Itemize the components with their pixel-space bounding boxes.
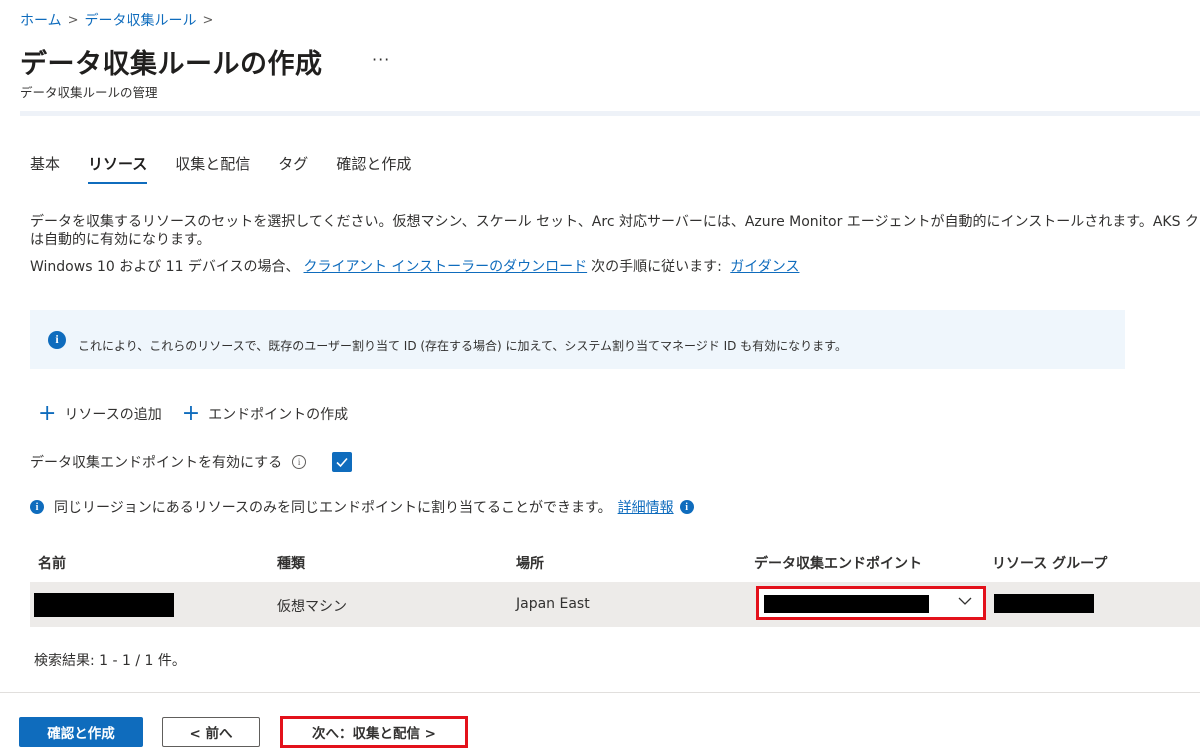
plus-icon: +	[181, 401, 201, 426]
cell-location: Japan East	[516, 596, 590, 612]
checkmark-icon	[336, 457, 348, 468]
add-resource-label: リソースの追加	[64, 407, 162, 423]
info-banner-text: これにより、これらのリソースで、既存のユーザー割り当て ID (存在する場合) …	[78, 339, 847, 353]
redacted-resource-group	[994, 594, 1094, 613]
region-note: i 同じリージョンにあるリソースのみを同じエンドポイントに割り当てることができま…	[30, 497, 694, 517]
table-header: 名前 種類 場所 データ収集エンドポイント リソース グループ	[30, 545, 1200, 583]
review-create-button[interactable]: 確認と作成	[19, 717, 143, 747]
column-header-location[interactable]: 場所	[516, 553, 544, 573]
column-header-endpoint[interactable]: データ収集エンドポイント	[754, 553, 922, 573]
page-title: データ収集ルールの作成	[20, 49, 323, 80]
redacted-resource-name	[34, 593, 174, 617]
description-line-1: データを収集するリソースのセットを選択してください。仮想マシン、スケール セット…	[30, 214, 1199, 230]
next-button[interactable]: 次へ：収集と配信 >	[280, 716, 468, 748]
column-header-resource-group[interactable]: リソース グループ	[992, 553, 1107, 573]
page-subtitle: データ収集ルールの管理	[20, 85, 158, 100]
create-endpoint-label: エンドポイントの作成	[208, 407, 349, 423]
tab-basics[interactable]: 基本	[30, 153, 60, 184]
previous-button[interactable]: < 前へ	[162, 717, 260, 747]
plus-icon: +	[38, 401, 57, 426]
description-prefix: Windows 10 および 11 デバイスの場合、	[30, 259, 300, 275]
more-options-icon[interactable]: ···	[372, 50, 390, 69]
cell-type: 仮想マシン	[277, 599, 347, 615]
tab-resources[interactable]: リソース	[88, 153, 148, 184]
breadcrumb-home-link[interactable]: ホーム	[20, 10, 62, 30]
chevron-right-icon: >	[202, 12, 214, 28]
client-installer-download-link[interactable]: クライアント インストーラーのダウンロード	[304, 259, 588, 275]
resources-table: 名前 種類 場所 データ収集エンドポイント リソース グループ 仮想マシン Ja…	[30, 545, 1200, 627]
add-resource-button[interactable]: + リソースの追加	[38, 401, 162, 426]
breadcrumb: ホーム > データ収集ルール >	[20, 10, 213, 30]
description: データを収集するリソースのセットを選択してください。仮想マシン、スケール セット…	[30, 213, 1200, 249]
chevron-right-icon: >	[67, 12, 79, 28]
footer-divider	[0, 692, 1200, 693]
enable-endpoint-label: データ収集エンドポイントを有効にする	[30, 455, 283, 471]
column-header-type[interactable]: 種類	[277, 553, 305, 573]
description-line-2: は自動的に有効になります。	[30, 232, 211, 248]
region-note-text: 同じリージョンにあるリソースのみを同じエンドポイントに割り当てることができます。	[54, 500, 612, 516]
endpoint-dropdown[interactable]	[756, 586, 986, 620]
info-icon: i	[30, 500, 44, 514]
tab-collect-and-deliver[interactable]: 収集と配信	[175, 153, 250, 184]
info-banner: i これにより、これらのリソースで、既存のユーザー割り当て ID (存在する場合…	[30, 310, 1125, 369]
learn-more-link[interactable]: 詳細情報	[618, 497, 674, 517]
enable-endpoint-checkbox[interactable]	[332, 452, 353, 472]
table-row[interactable]: 仮想マシン Japan East	[30, 583, 1200, 627]
guidance-link[interactable]: ガイダンス	[730, 259, 799, 275]
enable-endpoint-row: データ収集エンドポイントを有効にする i	[30, 452, 353, 472]
wizard-tabs: 基本 リソース 収集と配信 タグ 確認と作成	[30, 153, 439, 184]
description-line-3: Windows 10 および 11 デバイスの場合、 クライアント インストーラー…	[30, 256, 803, 276]
redacted-endpoint-value	[764, 595, 929, 613]
breadcrumb-dcr-link[interactable]: データ収集ルール	[85, 10, 197, 30]
info-icon[interactable]: i	[679, 500, 694, 514]
info-tooltip-icon[interactable]: i	[292, 455, 307, 469]
info-icon: i	[48, 330, 66, 349]
tab-tags[interactable]: タグ	[278, 153, 308, 184]
tab-review-create[interactable]: 確認と作成	[336, 153, 411, 184]
column-header-name[interactable]: 名前	[38, 553, 66, 573]
chevron-down-icon	[958, 597, 972, 605]
create-endpoint-button[interactable]: + エンドポイントの作成	[181, 401, 349, 426]
description-middle: 次の手順に従います:	[591, 259, 722, 275]
header-divider	[20, 111, 1200, 116]
command-bar: + リソースの追加 + エンドポイントの作成	[38, 401, 349, 426]
results-count: 検索結果: 1 - 1 / 1 件。	[34, 653, 186, 669]
